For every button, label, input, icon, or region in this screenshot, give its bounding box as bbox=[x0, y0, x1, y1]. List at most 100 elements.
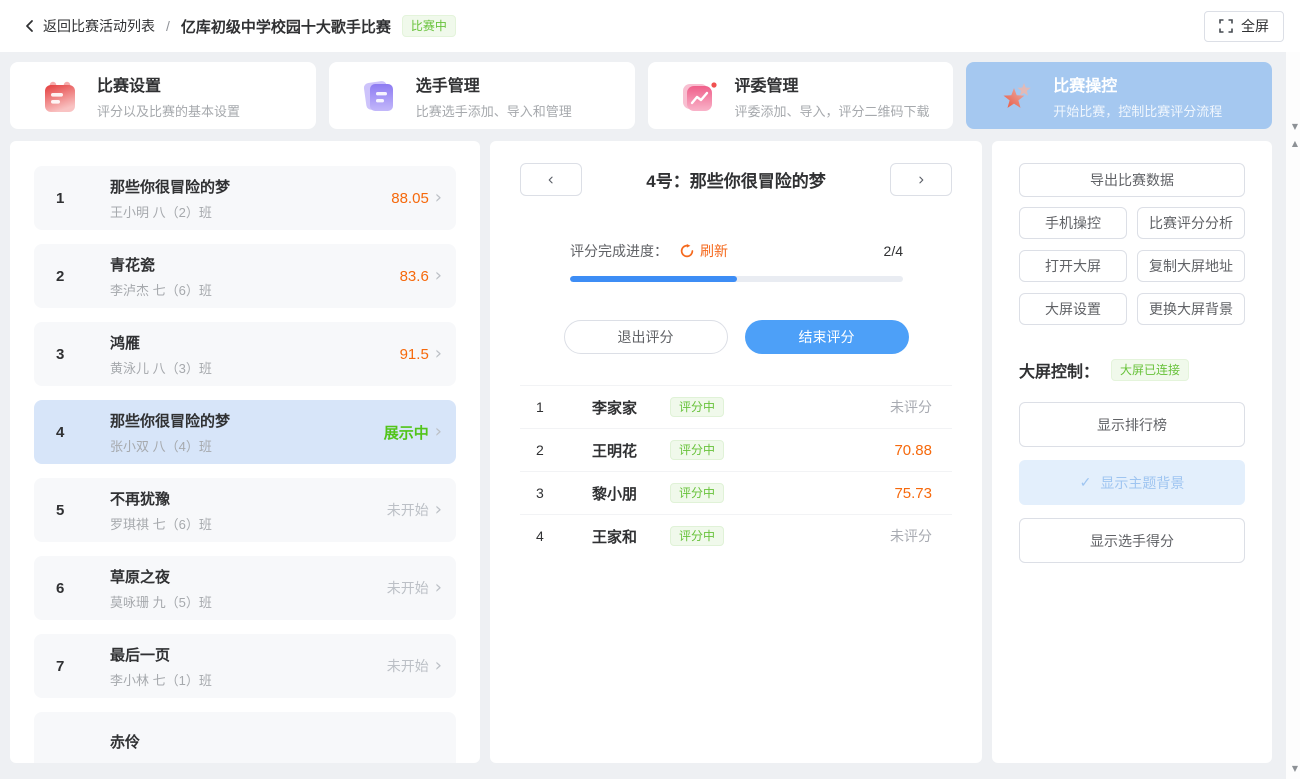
show-theme-bg-button[interactable]: ✓ 显示主题背景 bbox=[1019, 460, 1245, 505]
nav-card-settings[interactable]: 比赛设置 评分以及比赛的基本设置 bbox=[10, 62, 316, 129]
judge-status-badge: 评分中 bbox=[670, 526, 724, 546]
show-player-score-button[interactable]: 显示选手得分 bbox=[1019, 518, 1245, 563]
finish-scoring-button[interactable]: 结束评分 bbox=[745, 320, 909, 354]
contestant-row[interactable]: 7 最后一页 李小林 七（1）班 未开始 › bbox=[34, 634, 456, 698]
prev-contestant-button[interactable] bbox=[520, 163, 582, 196]
back-label: 返回比赛活动列表 bbox=[43, 16, 155, 36]
nav-card-title: 评委管理 bbox=[735, 72, 930, 96]
scroll-up-icon[interactable]: ▲ bbox=[1292, 139, 1298, 148]
contestant-row[interactable]: 5 不再犹豫 罗琪祺 七（6）班 未开始 › bbox=[34, 478, 456, 542]
contestant-score: 91.5 bbox=[400, 346, 429, 363]
chart-bubble-icon bbox=[676, 74, 720, 118]
nav-card-title: 比赛设置 bbox=[97, 72, 240, 96]
topbar: 返回比赛活动列表 / 亿库初级中学校园十大歌手比赛 比赛中 全屏 bbox=[0, 0, 1300, 52]
files-icon bbox=[357, 74, 401, 118]
nav-card-subtitle: 开始比赛，控制比赛评分流程 bbox=[1053, 101, 1222, 120]
judge-score: 75.73 bbox=[894, 485, 932, 502]
contestant-row[interactable]: 1 那些你很冒险的梦 王小明 八（2）班 88.05 › bbox=[34, 166, 456, 230]
screen-settings-button[interactable]: 大屏设置 bbox=[1019, 293, 1127, 325]
judge-number: 2 bbox=[536, 442, 592, 458]
change-screen-bg-button[interactable]: 更换大屏背景 bbox=[1137, 293, 1245, 325]
contestant-number: 7 bbox=[56, 658, 110, 675]
export-data-button[interactable]: 导出比赛数据 bbox=[1019, 163, 1245, 197]
judge-name: 李家家 bbox=[592, 397, 670, 418]
judge-name: 王明花 bbox=[592, 440, 670, 461]
back-button[interactable]: 返回比赛活动列表 bbox=[24, 16, 155, 36]
copy-screen-url-button[interactable]: 复制大屏地址 bbox=[1137, 250, 1245, 282]
contestant-status: 未开始 bbox=[387, 656, 429, 676]
contestant-name: 莫咏珊 九（5）班 bbox=[110, 592, 387, 611]
scoring-panel: 4号：那些你很冒险的梦 评分完成进度： 刷新 2/4 退出评分 结束评分 1 bbox=[490, 141, 982, 763]
judge-name: 黎小朋 bbox=[592, 483, 670, 504]
page-title: 亿库初级中学校园十大歌手比赛 bbox=[181, 16, 391, 37]
song-title: 赤伶 bbox=[110, 731, 436, 752]
song-title: 那些你很冒险的梦 bbox=[110, 410, 384, 431]
contestant-name: 王小明 八（2）班 bbox=[110, 202, 391, 221]
fullscreen-button[interactable]: 全屏 bbox=[1204, 11, 1284, 42]
open-screen-button[interactable]: 打开大屏 bbox=[1019, 250, 1127, 282]
fullscreen-label: 全屏 bbox=[1241, 16, 1269, 36]
contestant-status: 未开始 bbox=[387, 578, 429, 598]
contestant-status: 展示中 bbox=[384, 422, 429, 443]
contestant-row[interactable]: 3 鸿雁 黄泳儿 八（3）班 91.5 › bbox=[34, 322, 456, 386]
contestant-number: 1 bbox=[56, 190, 110, 207]
contestant-row[interactable]: 2 青花瓷 李泸杰 七（6）班 83.6 › bbox=[34, 244, 456, 308]
current-contestant-title: 4号：那些你很冒险的梦 bbox=[646, 167, 825, 192]
refresh-button[interactable]: 刷新 bbox=[680, 241, 728, 261]
control-panel: 导出比赛数据 手机操控 比赛评分分析 打开大屏 复制大屏地址 大屏设置 更换大屏… bbox=[992, 141, 1272, 763]
song-title: 青花瓷 bbox=[110, 254, 400, 275]
scrollbar[interactable]: ▼ ▲ ▼ bbox=[1286, 52, 1300, 779]
nav-card-title: 比赛操控 bbox=[1053, 72, 1222, 96]
contestant-name: 李小林 七（1）班 bbox=[110, 670, 387, 689]
scroll-down-icon[interactable]: ▼ bbox=[1292, 764, 1298, 773]
breadcrumb-separator: / bbox=[166, 18, 170, 34]
refresh-label: 刷新 bbox=[700, 241, 728, 261]
screen-connected-badge: 大屏已连接 bbox=[1111, 359, 1189, 381]
contestant-name: 罗琪祺 七（6）班 bbox=[110, 514, 387, 533]
nav-card-title: 选手管理 bbox=[416, 72, 572, 96]
progress-count: 2/4 bbox=[884, 243, 903, 259]
exit-scoring-button[interactable]: 退出评分 bbox=[564, 320, 728, 354]
judge-number: 4 bbox=[536, 528, 592, 544]
judge-row: 4 王家和 评分中 未评分 bbox=[520, 514, 952, 557]
show-theme-bg-label: 显示主题背景 bbox=[1100, 473, 1184, 493]
contestant-name: 李泸杰 七（6）班 bbox=[110, 280, 400, 299]
contestant-row-selected[interactable]: 4 那些你很冒险的梦 张小双 八（4）班 展示中 › bbox=[34, 400, 456, 464]
scroll-down-icon[interactable]: ▼ bbox=[1292, 122, 1298, 131]
judge-status-badge: 评分中 bbox=[670, 397, 724, 417]
song-title: 不再犹豫 bbox=[110, 488, 387, 509]
contestant-list-panel: 1 那些你很冒险的梦 王小明 八（2）班 88.05 › 2 青花瓷 李泸杰 七… bbox=[10, 141, 480, 763]
nav-card-judges[interactable]: 评委管理 评委添加、导入，评分二维码下载 bbox=[648, 62, 954, 129]
nav-card-control[interactable]: 比赛操控 开始比赛，控制比赛评分流程 bbox=[966, 62, 1272, 129]
nav-card-players[interactable]: 选手管理 比赛选手添加、导入和管理 bbox=[329, 62, 635, 129]
contestant-number: 4 bbox=[56, 424, 110, 441]
chevron-left-icon bbox=[24, 19, 34, 33]
nav-card-subtitle: 比赛选手添加、导入和管理 bbox=[416, 101, 572, 120]
song-title: 最后一页 bbox=[110, 644, 387, 665]
nav-cards: 比赛设置 评分以及比赛的基本设置 选手管理 比赛选手添加、导入和管理 bbox=[10, 62, 1272, 129]
refresh-icon bbox=[680, 244, 694, 258]
contestant-name: 张小双 八（4）班 bbox=[110, 436, 384, 455]
progress-fill bbox=[570, 276, 737, 282]
judge-number: 3 bbox=[536, 485, 592, 501]
score-analysis-button[interactable]: 比赛评分分析 bbox=[1137, 207, 1245, 239]
chevron-right-icon: › bbox=[435, 345, 442, 363]
show-ranking-button[interactable]: 显示排行榜 bbox=[1019, 402, 1245, 447]
contestant-number: 2 bbox=[56, 268, 110, 285]
next-contestant-button[interactable] bbox=[890, 163, 952, 196]
contestant-row[interactable]: 赤伶 bbox=[34, 712, 456, 763]
nav-card-subtitle: 评分以及比赛的基本设置 bbox=[97, 101, 240, 120]
phone-control-button[interactable]: 手机操控 bbox=[1019, 207, 1127, 239]
chevron-right-icon: › bbox=[435, 267, 442, 285]
chevron-right-icon: › bbox=[435, 189, 442, 207]
check-icon: ✓ bbox=[1080, 474, 1092, 491]
chevron-right-icon: › bbox=[435, 423, 442, 441]
progress-label: 评分完成进度： bbox=[570, 241, 668, 261]
judge-name: 王家和 bbox=[592, 526, 670, 547]
nav-card-subtitle: 评委添加、导入，评分二维码下载 bbox=[735, 101, 930, 120]
judge-score: 未评分 bbox=[890, 397, 932, 417]
chevron-right-icon: › bbox=[435, 501, 442, 519]
breadcrumb: 返回比赛活动列表 / 亿库初级中学校园十大歌手比赛 比赛中 bbox=[24, 15, 456, 37]
contestant-row[interactable]: 6 草原之夜 莫咏珊 九（5）班 未开始 › bbox=[34, 556, 456, 620]
judge-status-badge: 评分中 bbox=[670, 483, 724, 503]
